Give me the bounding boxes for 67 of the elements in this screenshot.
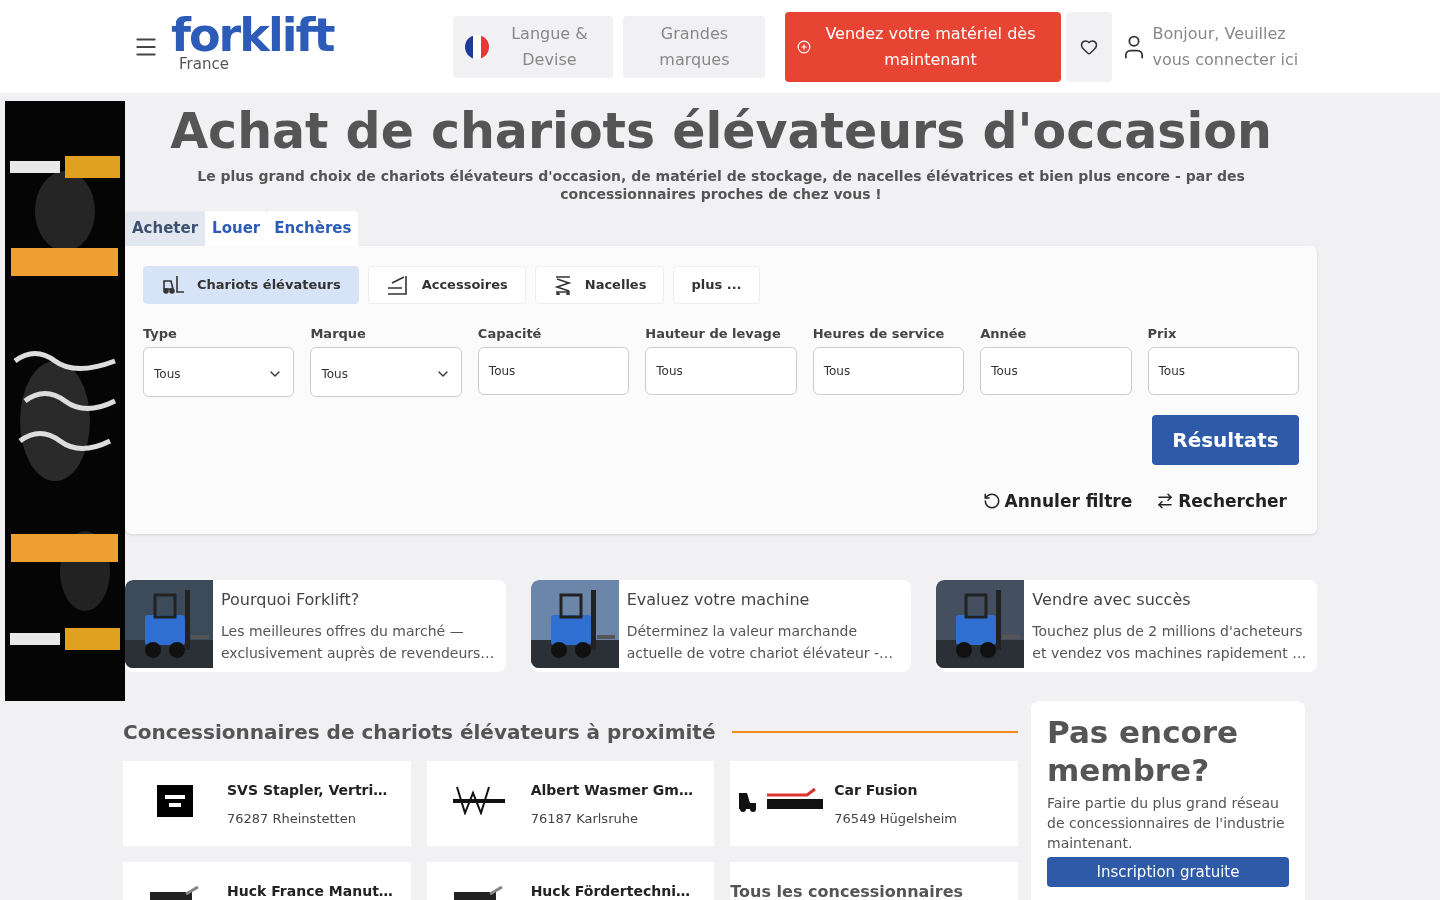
page-subtitle: Le plus grand choix de chariots élévateurs d'occasion, de matériel de stockage, de nacelles élévatrices et bien plus encore - par des concessionnaires proches de chez vous !	[196, 167, 1246, 203]
dealer-logo-icon	[157, 785, 193, 817]
info-card[interactable]: Evaluez votre machine Déterminez la valeur marchande actuelle de votre chariot élévateur -…	[530, 580, 912, 672]
favorites-button[interactable]	[1066, 11, 1113, 82]
page-title: Achat de chariots élévateurs d'occasion	[169, 102, 1273, 162]
filter-input[interactable]: Tous	[477, 346, 630, 395]
tab[interactable]: Acheter	[125, 211, 206, 246]
forks-icon	[385, 275, 410, 295]
reset-icon	[982, 492, 1001, 511]
sell-button[interactable]: Vendez votre matériel dès maintenant	[785, 11, 1062, 82]
filter-select[interactable]: Tous	[310, 346, 462, 397]
dealer-card[interactable]: Albert Wasmer Gm… 76187 Karlsruhe	[426, 761, 715, 846]
dealer-name: Car Fusion	[834, 781, 919, 800]
category-button[interactable]: Accessoires	[367, 266, 526, 304]
info-card[interactable]: Vendre avec succès Touchez plus de 2 millions d'acheteurs et vendez vos machines rapidement …	[936, 580, 1317, 672]
country-label: France	[179, 55, 230, 72]
filter-label: Marque	[310, 325, 367, 343]
results-button[interactable]: Résultats	[1152, 414, 1299, 465]
filter-input[interactable]: Tous	[645, 346, 797, 395]
dealer-logo-icon	[453, 886, 504, 900]
filter-input[interactable]: Tous	[980, 346, 1132, 395]
dealer-card[interactable]: Huck Fördertechni…	[426, 862, 715, 900]
dealer-city: 76549 Hügelsheim	[834, 810, 957, 828]
dealer-card[interactable]: SVS Stapler, Vertri… 76287 Rheinstetten	[123, 761, 411, 846]
tab[interactable]: Enchères	[267, 211, 359, 246]
filter-label: Prix	[1147, 325, 1178, 343]
dealers-heading: Concessionnaires de chariots élévateurs à proximité	[123, 719, 716, 746]
dealer-city: 76287 Rheinstetten	[227, 810, 357, 828]
search-link[interactable]: Rechercher	[1156, 488, 1287, 514]
category-button[interactable]: plus ...	[673, 266, 760, 304]
info-card-title: Vendre avec succès	[1032, 589, 1192, 611]
filter-label: Heures de service	[812, 325, 946, 343]
dealer-name: Huck Fördertechni…	[530, 882, 690, 900]
info-card-text: Touchez plus de 2 millions d'acheteurs et vendez vos machines rapidement …	[1032, 622, 1308, 663]
filter-label: Année	[980, 325, 1028, 343]
reset-filter-link[interactable]: Annuler filtre	[982, 488, 1133, 514]
info-card-text: Déterminez la valeur marchande actuelle de votre chariot élévateur -…	[626, 622, 895, 663]
filter-input[interactable]: Tous	[812, 346, 965, 395]
dealer-name: SVS Stapler, Vertri…	[227, 781, 388, 800]
tab[interactable]: Louer	[205, 211, 268, 246]
filter-select[interactable]: Tous	[143, 346, 295, 397]
info-card-title: Evaluez votre machine	[626, 589, 811, 611]
plus-icon	[797, 39, 812, 54]
login-link[interactable]: Bonjour, Veuillez vous connecter ici	[1152, 20, 1303, 73]
dealer-city: 76187 Karlsruhe	[530, 810, 639, 828]
logo[interactable]: forklift	[171, 13, 334, 56]
dealer-name: Albert Wasmer Gm…	[530, 781, 693, 800]
dealer-logo-icon	[150, 886, 200, 900]
info-card-text: Les meilleures offres du marché — exclusivement auprès de revendeurs…	[221, 622, 496, 663]
dealer-name: Huck France Manut…	[227, 882, 393, 900]
membership-title: Pas encore membre?	[1047, 713, 1240, 789]
dealer-card[interactable]: Car Fusion 76549 Hügelsheim	[730, 761, 1018, 846]
forklift-icon	[161, 275, 185, 295]
heart-icon	[1080, 37, 1099, 56]
signup-button[interactable]: Inscription gratuite	[1047, 857, 1289, 887]
category-button[interactable]: Chariots élévateurs	[143, 266, 359, 304]
dealer-card[interactable]: Huck France Manut…	[123, 862, 411, 900]
category-button[interactable]: Nacelles	[534, 266, 665, 304]
flag-icon	[465, 34, 490, 59]
filter-input[interactable]: Tous	[1147, 346, 1299, 395]
filter-label: Capacité	[477, 325, 543, 343]
info-card-title: Pourquoi Forklift?	[221, 589, 361, 611]
dealer-logo-icon	[450, 785, 507, 815]
filter-label: Hauteur de levage	[645, 325, 782, 343]
info-card[interactable]: Pourquoi Forklift? Les meilleures offres du marché — exclusivement auprès de revendeurs…	[125, 580, 506, 672]
membership-text: Faire partie du plus grand réseau de concessionnaires de l'industrie maintenant.	[1047, 794, 1286, 853]
filter-label: Type	[143, 325, 178, 343]
